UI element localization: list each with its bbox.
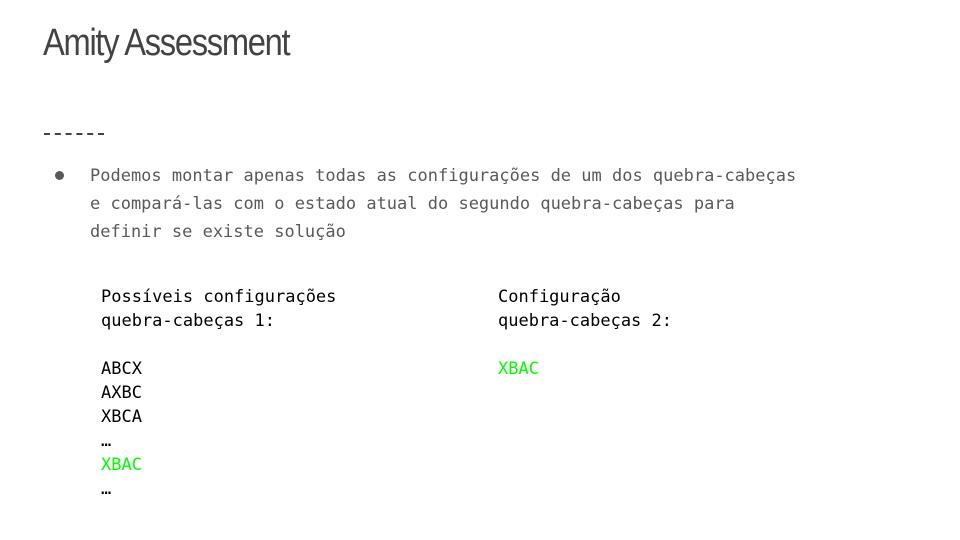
puzzle-1-heading-line-2: quebra-cabeças 1: [101, 311, 275, 331]
bullet-text: Podemos montar apenas todas as configura… [90, 162, 950, 246]
configuration-ellipsis: … [101, 431, 112, 451]
current-configuration-item: XBAC [498, 359, 539, 379]
configuration-item: XBCA [101, 407, 142, 427]
puzzle-2-heading-line-1: Configuração [498, 287, 621, 307]
title-divider [44, 133, 104, 135]
puzzle-1-configurations: Possíveis configurações quebra-cabeças 1… [101, 285, 336, 501]
bullet-line-2: e compará-las com o estado atual do segu… [90, 194, 735, 214]
slide: Amity Assessment Podemos montar apenas t… [0, 0, 960, 540]
configuration-item: AXBC [101, 383, 142, 403]
slide-title: Amity Assessment [43, 22, 291, 64]
bullet-line-1: Podemos montar apenas todas as configura… [90, 166, 797, 186]
configuration-item: ABCX [101, 359, 142, 379]
puzzle-2-heading-line-2: quebra-cabeças 2: [498, 311, 672, 331]
matching-configuration-item: XBAC [101, 455, 142, 475]
bullet-line-3: definir se existe solução [90, 222, 346, 242]
configuration-ellipsis: … [101, 479, 112, 499]
puzzle-1-heading-line-1: Possíveis configurações [101, 287, 337, 307]
bullet-dot-icon [55, 171, 64, 180]
puzzle-2-configuration: Configuração quebra-cabeças 2: XBAC [498, 285, 672, 381]
